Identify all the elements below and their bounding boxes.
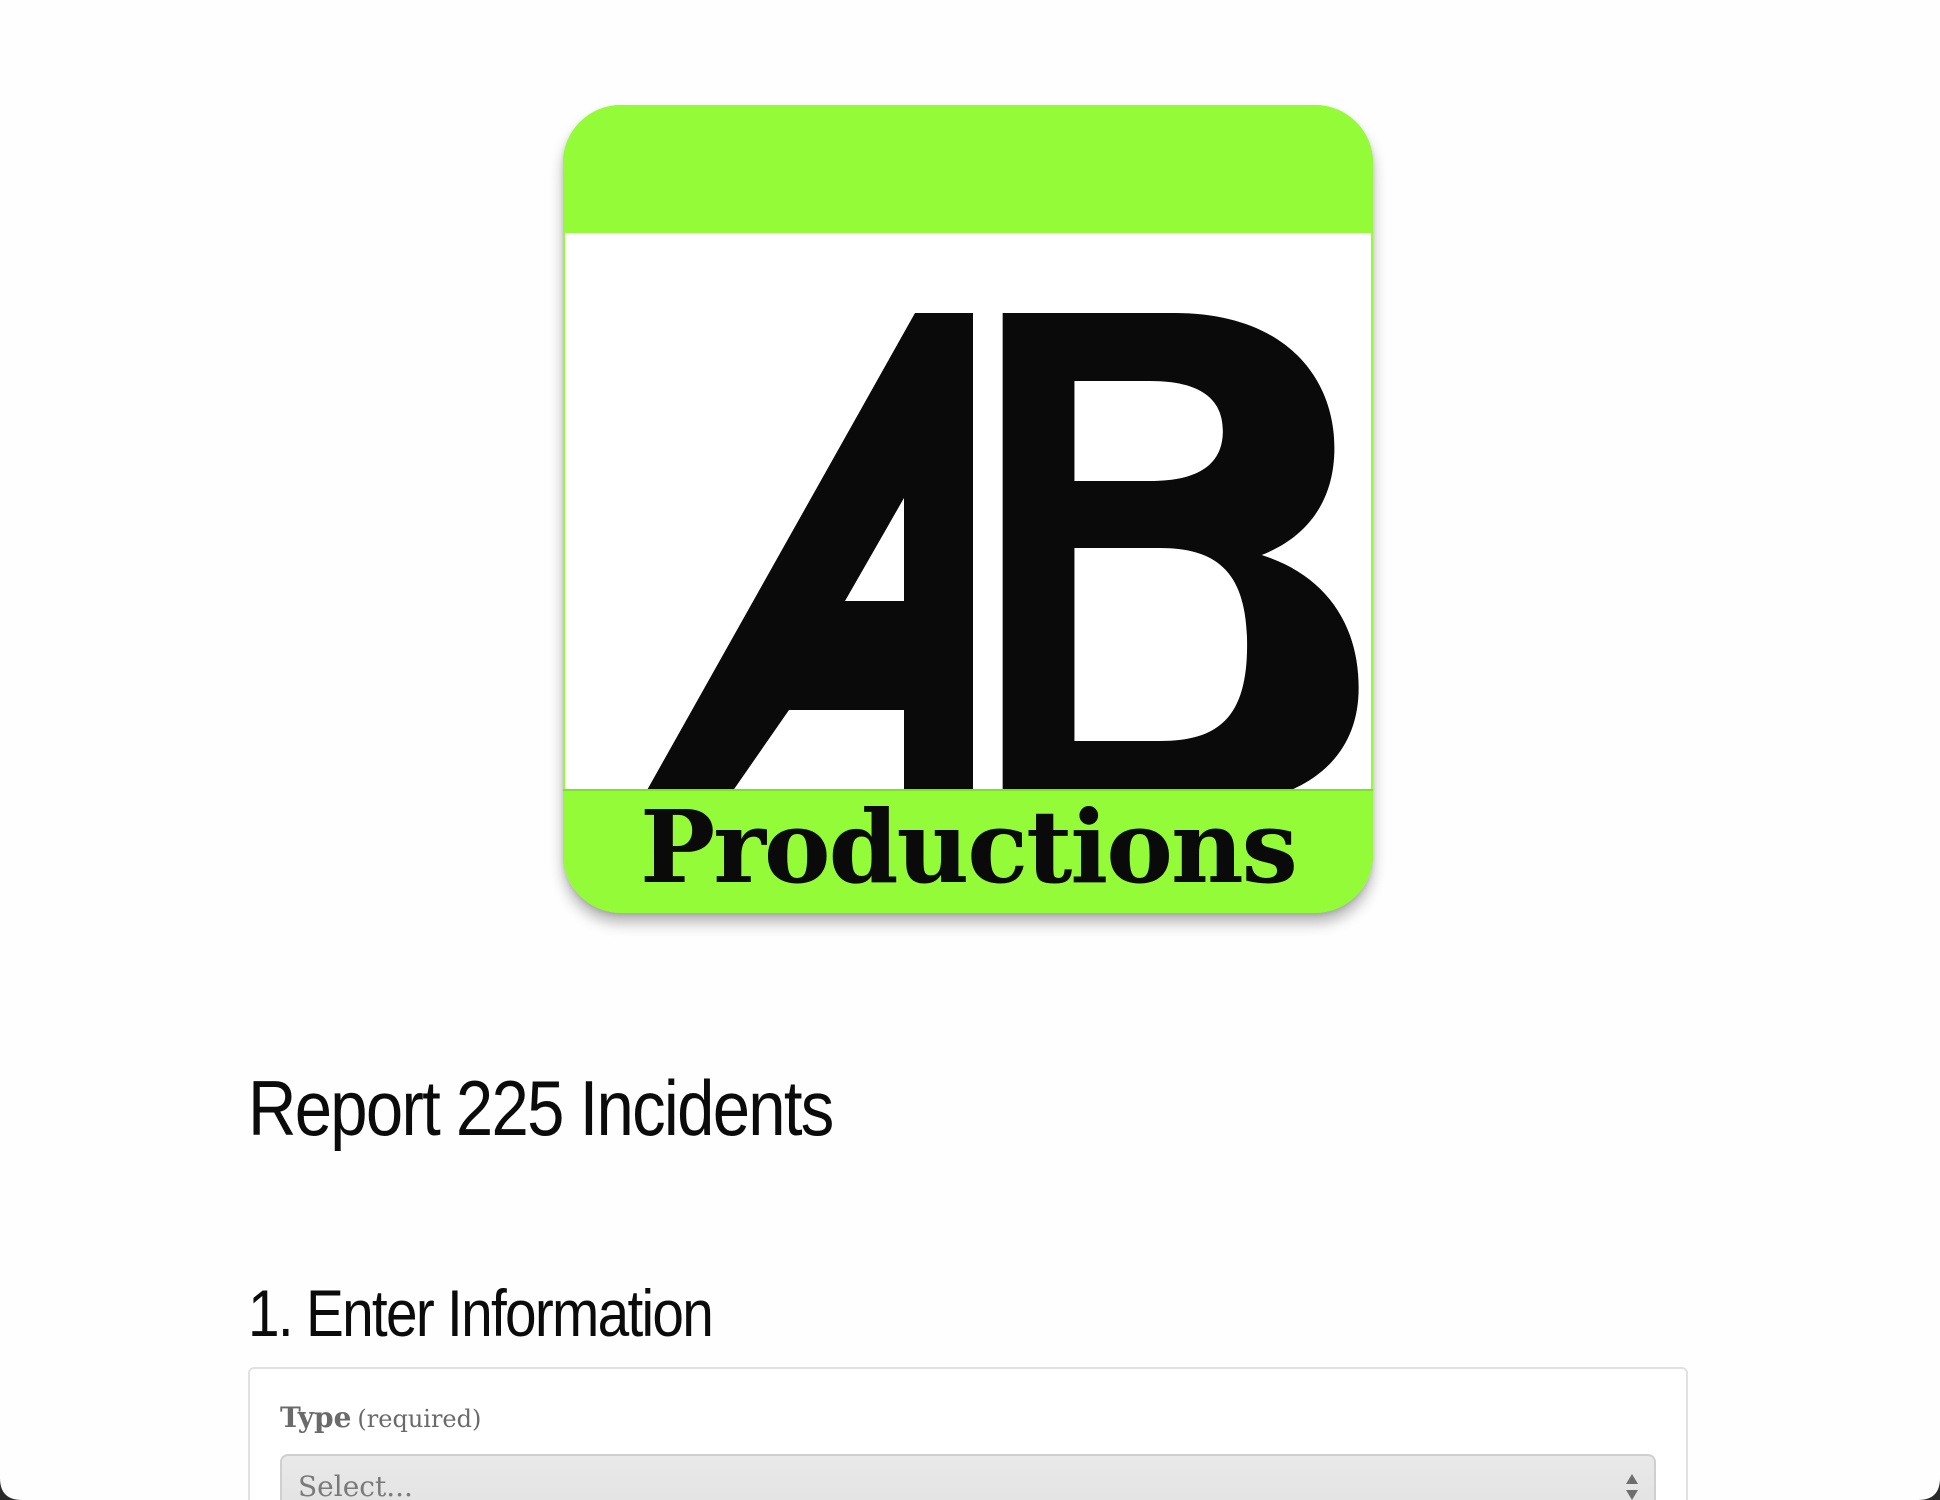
logo-tagline-band: Productions (563, 788, 1373, 913)
type-select-value: Select... (298, 1470, 413, 1500)
type-field-label: Type (required) (280, 1401, 481, 1434)
logo-tagline: Productions (640, 788, 1298, 906)
incident-form-panel: Type (required) Select... (248, 1367, 1688, 1500)
type-select[interactable]: Select... (280, 1454, 1656, 1500)
select-arrows-icon (1626, 1474, 1638, 1500)
page-title: Report 225 Incidents (248, 1064, 834, 1152)
type-label-text: Type (280, 1401, 352, 1434)
ab-productions-logo: Productions (563, 105, 1373, 913)
logo-top-band (563, 105, 1373, 233)
required-note: (required) (357, 1405, 482, 1433)
section-title-enter-information: 1. Enter Information (248, 1276, 714, 1350)
